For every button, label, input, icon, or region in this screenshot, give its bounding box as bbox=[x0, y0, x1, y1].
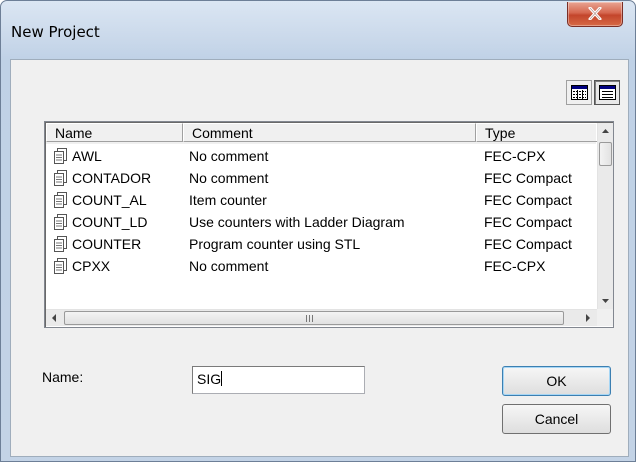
title-bar[interactable]: New Project bbox=[1, 1, 635, 57]
details-view-button[interactable] bbox=[566, 80, 592, 105]
item-name: COUNT_LD bbox=[72, 214, 148, 230]
window-title: New Project bbox=[11, 23, 100, 41]
scroll-left-button[interactable] bbox=[46, 310, 63, 326]
project-file-icon bbox=[54, 258, 67, 274]
item-type: FEC Compact bbox=[484, 170, 572, 186]
item-comment: Use counters with Ladder Diagram bbox=[189, 214, 405, 230]
dialog-client-area: Name Comment Type AWL No comment FEC-CPX… bbox=[10, 59, 629, 457]
details-view-icon bbox=[571, 85, 588, 100]
list-item[interactable]: CPXX No comment FEC-CPX bbox=[46, 255, 596, 277]
text-caret bbox=[221, 371, 223, 386]
item-comment: Item counter bbox=[189, 192, 267, 208]
arrow-left-icon bbox=[52, 314, 56, 322]
vertical-scrollbar[interactable] bbox=[597, 123, 613, 309]
close-icon bbox=[588, 7, 602, 20]
grip-icon bbox=[306, 315, 313, 322]
item-type: FEC Compact bbox=[484, 192, 572, 208]
list-item[interactable]: COUNT_LD Use counters with Ladder Diagra… bbox=[46, 211, 596, 233]
item-name: AWL bbox=[72, 148, 102, 164]
ok-button[interactable]: OK bbox=[502, 366, 611, 396]
column-header-name[interactable]: Name bbox=[46, 123, 183, 142]
item-name: CONTADOR bbox=[72, 170, 152, 186]
project-list[interactable]: Name Comment Type AWL No comment FEC-CPX… bbox=[44, 121, 614, 328]
list-rows: AWL No comment FEC-CPX CONTADOR No comme… bbox=[46, 145, 596, 277]
scrollbar-corner bbox=[597, 309, 613, 326]
cancel-button[interactable]: Cancel bbox=[502, 404, 611, 434]
item-type: FEC Compact bbox=[484, 214, 572, 230]
arrow-up-icon bbox=[602, 129, 609, 133]
horizontal-scrollbar[interactable] bbox=[46, 309, 597, 326]
horizontal-scroll-thumb[interactable] bbox=[64, 311, 564, 325]
vertical-scroll-thumb[interactable] bbox=[599, 142, 612, 166]
list-view-icon bbox=[599, 85, 616, 100]
item-comment: No comment bbox=[189, 170, 269, 186]
dialog-window: New Project Name Comment Type AWL No com… bbox=[0, 0, 636, 462]
project-file-icon bbox=[54, 236, 67, 252]
list-item[interactable]: COUNTER Program counter using STL FEC Co… bbox=[46, 233, 596, 255]
column-header-type[interactable]: Type bbox=[476, 123, 598, 142]
project-name-input[interactable]: SIG bbox=[192, 366, 365, 394]
item-type: FEC-CPX bbox=[484, 258, 546, 274]
project-file-icon bbox=[54, 192, 67, 208]
arrow-down-icon bbox=[602, 299, 609, 303]
close-button[interactable] bbox=[567, 2, 623, 27]
item-type: FEC-CPX bbox=[484, 148, 546, 164]
scroll-down-button[interactable] bbox=[598, 292, 613, 309]
project-file-icon bbox=[54, 170, 67, 186]
list-item[interactable]: AWL No comment FEC-CPX bbox=[46, 145, 596, 167]
list-item[interactable]: CONTADOR No comment FEC Compact bbox=[46, 167, 596, 189]
item-comment: Program counter using STL bbox=[189, 236, 361, 252]
item-name: CPXX bbox=[72, 258, 111, 274]
scroll-right-button[interactable] bbox=[579, 310, 596, 326]
list-header: Name Comment Type bbox=[46, 123, 598, 144]
item-name: COUNTER bbox=[72, 236, 142, 252]
project-file-icon bbox=[54, 148, 67, 164]
scroll-up-button[interactable] bbox=[598, 123, 613, 140]
project-file-icon bbox=[54, 214, 67, 230]
item-comment: No comment bbox=[189, 148, 269, 164]
item-comment: No comment bbox=[189, 258, 269, 274]
item-name: COUNT_AL bbox=[72, 192, 147, 208]
arrow-right-icon bbox=[586, 314, 590, 322]
list-view-button[interactable] bbox=[594, 80, 620, 105]
project-name-value: SIG bbox=[197, 371, 222, 387]
name-label: Name: bbox=[42, 369, 84, 385]
item-type: FEC Compact bbox=[484, 236, 572, 252]
column-header-comment[interactable]: Comment bbox=[183, 123, 476, 142]
list-item[interactable]: COUNT_AL Item counter FEC Compact bbox=[46, 189, 596, 211]
